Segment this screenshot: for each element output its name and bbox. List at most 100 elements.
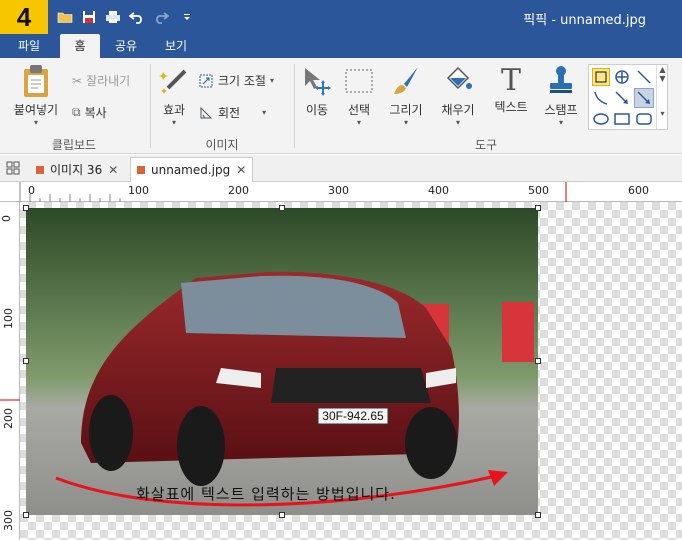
close-icon[interactable]: ✕ xyxy=(108,163,118,177)
resize-handle[interactable] xyxy=(23,512,29,518)
stamp-label: 스탬프 xyxy=(544,103,578,117)
close-icon[interactable]: ✕ xyxy=(236,163,246,177)
copy-icon: ⧉ xyxy=(72,105,81,119)
resize-button[interactable]: 크기 조절 ▾ xyxy=(198,72,274,89)
ruler-label: 200 xyxy=(2,408,15,429)
move-button[interactable]: 이동 xyxy=(298,64,336,118)
resize-icon xyxy=(199,74,213,87)
tab-share[interactable]: 공유 xyxy=(106,34,146,58)
rotate-label: 회전 xyxy=(218,106,241,120)
scroll-up-icon[interactable]: ▲ xyxy=(657,65,668,74)
ruler-label: 500 xyxy=(528,184,549,197)
select-button[interactable]: 선택 ▾ xyxy=(338,64,380,127)
stamp-button[interactable]: 스탬프 ▾ xyxy=(538,64,584,127)
cut-label: 잘라내기 xyxy=(86,74,131,88)
rotate-dropdown-icon: ▾ xyxy=(262,108,267,117)
document-tab-bar: 이미지 36 ✕ unnamed.jpg ✕ xyxy=(0,155,682,182)
ruler-label: 600 xyxy=(628,184,649,197)
ruler-label: 200 xyxy=(228,184,249,197)
arrow-caption-text[interactable]: 화살표에 텍스트 입력하는 방법입니다. xyxy=(136,483,396,504)
text-t-icon: T xyxy=(500,63,521,98)
ruler-label: 100 xyxy=(128,184,149,197)
scissors-icon: ✂ xyxy=(72,73,83,88)
doc-tab-unnamed[interactable]: unnamed.jpg ✕ xyxy=(130,157,254,182)
select-rect-icon xyxy=(345,69,373,93)
shape-select-icon[interactable] xyxy=(592,68,610,86)
magic-wand-icon xyxy=(159,69,187,94)
save-icon[interactable] xyxy=(80,8,98,26)
resize-label: 크기 조절 xyxy=(218,74,266,88)
crosshair-circle-icon[interactable] xyxy=(613,68,631,86)
move-label: 이동 xyxy=(305,103,329,117)
resize-handle[interactable] xyxy=(279,512,285,518)
vertical-ruler: 0 100 200 300 xyxy=(0,202,20,540)
gallery-more-icon[interactable]: ▾ xyxy=(657,109,668,118)
tab-view[interactable]: 보기 xyxy=(154,34,198,58)
draw-label: 그리기 xyxy=(389,103,423,117)
effects-button[interactable]: 효과 ▾ xyxy=(154,64,194,127)
gallery-scroll[interactable]: ▲ ▼ ▾ xyxy=(656,65,668,129)
divider xyxy=(294,64,295,148)
annotation-arrow[interactable] xyxy=(26,208,538,515)
ellipse-shape-icon[interactable] xyxy=(592,110,610,128)
redo-icon[interactable] xyxy=(152,8,170,26)
resize-handle[interactable] xyxy=(535,512,541,518)
image-canvas[interactable]: 30F-942.65 화살표에 텍스트 입력하는 방법입니다. xyxy=(20,202,682,540)
rotate-button[interactable]: 회전 ▾ xyxy=(198,104,266,121)
resize-handle[interactable] xyxy=(23,205,29,211)
rectangle-shape-icon[interactable] xyxy=(613,110,631,128)
image-file-icon xyxy=(36,165,44,174)
resize-handle[interactable] xyxy=(535,358,541,364)
undo-icon[interactable] xyxy=(128,8,146,26)
tools-group-label: 도구 xyxy=(474,138,498,152)
ruler-label: 100 xyxy=(2,308,15,329)
effects-label: 효과 xyxy=(162,103,186,117)
text-button[interactable]: T 텍스트 xyxy=(488,64,534,115)
horizontal-ruler: 0 100 200 300 400 500 600 xyxy=(0,182,682,202)
draw-button[interactable]: 그리기 ▾ xyxy=(384,64,428,127)
fill-button[interactable]: 채우기 ▾ xyxy=(434,64,482,127)
tab-file[interactable]: 파일 xyxy=(4,34,54,58)
brush-icon xyxy=(394,67,418,94)
car-photo: 30F-942.65 화살표에 텍스트 입력하는 방법입니다. xyxy=(26,208,538,515)
print-icon[interactable] xyxy=(104,8,122,26)
tab-home[interactable]: 홈 xyxy=(60,34,100,58)
resize-handle[interactable] xyxy=(535,205,541,211)
ruler-label: 0 xyxy=(0,215,13,222)
resize-handle[interactable] xyxy=(279,205,285,211)
line-shape-icon[interactable] xyxy=(635,68,653,86)
select-label: 선택 xyxy=(347,103,371,117)
image-file-icon xyxy=(137,166,145,174)
copy-label: 복사 xyxy=(84,106,107,120)
cut-button[interactable]: ✂ 잘라내기 xyxy=(72,72,130,89)
resize-dropdown-icon: ▾ xyxy=(269,76,274,85)
move-arrow-icon xyxy=(305,68,331,96)
rounded-rect-shape-icon[interactable] xyxy=(635,110,653,128)
arrow-shape-icon[interactable] xyxy=(613,89,631,107)
paste-button[interactable]: 붙여넣기 ▾ xyxy=(6,64,66,127)
text-label: 텍스트 xyxy=(494,100,528,114)
ribbon: 붙여넣기 ▾ ✂ 잘라내기 ⧉ 복사 클립보드 효과 ▾ 크기 조절 ▾ 회전 … xyxy=(0,58,682,154)
paint-bucket-icon xyxy=(446,66,472,90)
stamp-icon xyxy=(550,66,572,93)
window-title: 픽픽 - unnamed.jpg xyxy=(523,13,646,28)
tab-grid-icon[interactable] xyxy=(6,161,22,177)
ruler-label: 400 xyxy=(428,184,449,197)
copy-button[interactable]: ⧉ 복사 xyxy=(72,104,107,121)
title-bar: 4 픽픽 - unnamed.jpg xyxy=(0,0,682,34)
ribbon-tab-bar: 파일 홈 공유 보기 xyxy=(0,34,682,58)
open-folder-icon[interactable] xyxy=(56,8,74,26)
ruler-label: 0 xyxy=(28,184,35,197)
customize-toolbar-icon[interactable] xyxy=(178,8,196,26)
doc-tab-image36[interactable]: 이미지 36 ✕ xyxy=(30,157,124,182)
paste-label: 붙여넣기 xyxy=(13,103,59,117)
resize-handle[interactable] xyxy=(23,358,29,364)
ruler-label: 300 xyxy=(2,510,15,531)
image-group-label: 이미지 xyxy=(205,138,239,152)
curve-shape-icon[interactable] xyxy=(592,89,610,107)
doc-tab-label: 이미지 36 xyxy=(50,163,103,177)
rotate-icon xyxy=(200,106,213,118)
scroll-down-icon[interactable]: ▼ xyxy=(657,74,668,83)
curved-arrow-shape-icon[interactable] xyxy=(634,88,654,108)
shape-gallery: ▲ ▼ ▾ xyxy=(588,64,668,130)
